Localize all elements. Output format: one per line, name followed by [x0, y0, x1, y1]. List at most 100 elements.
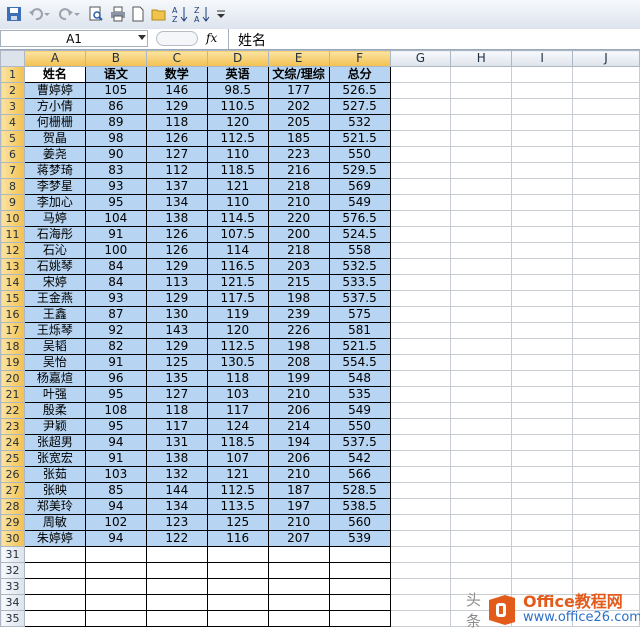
cell[interactable]	[511, 210, 574, 227]
cell[interactable]	[572, 546, 640, 563]
cell[interactable]: 110	[206, 146, 269, 163]
cell[interactable]	[450, 290, 513, 307]
cell[interactable]	[84, 562, 147, 579]
cell[interactable]	[328, 594, 391, 611]
cell[interactable]: 558	[328, 242, 391, 259]
cell[interactable]: 112.5	[206, 130, 269, 147]
cell[interactable]	[450, 370, 513, 387]
cell[interactable]	[450, 82, 513, 99]
cell[interactable]: 129	[145, 338, 208, 355]
cell[interactable]	[511, 498, 574, 515]
row-header[interactable]: 15	[0, 290, 25, 307]
cell[interactable]: 95	[84, 194, 147, 211]
cell[interactable]	[572, 194, 640, 211]
cell[interactable]: 82	[84, 338, 147, 355]
cell[interactable]: 550	[328, 418, 391, 435]
cell[interactable]: 王金燕	[23, 290, 86, 307]
cell[interactable]: 210	[267, 514, 330, 531]
cell[interactable]: 84	[84, 274, 147, 291]
cell[interactable]	[145, 546, 208, 563]
cell[interactable]: 202	[267, 98, 330, 115]
cell[interactable]	[389, 530, 452, 547]
cell[interactable]	[389, 370, 452, 387]
cell[interactable]: 张超男	[23, 434, 86, 451]
cell[interactable]	[450, 322, 513, 339]
cell[interactable]	[389, 178, 452, 195]
cell[interactable]	[450, 466, 513, 483]
row-header[interactable]: 13	[0, 258, 25, 275]
cell[interactable]	[450, 386, 513, 403]
cell[interactable]	[572, 562, 640, 579]
cell[interactable]: 560	[328, 514, 391, 531]
customize-toolbar-icon[interactable]	[214, 4, 228, 24]
cell[interactable]	[511, 354, 574, 371]
cell[interactable]: 张茹	[23, 466, 86, 483]
cell[interactable]	[23, 546, 86, 563]
cell[interactable]	[328, 610, 391, 627]
cell[interactable]	[450, 450, 513, 467]
row-header[interactable]: 32	[0, 562, 25, 579]
row-header[interactable]: 25	[0, 450, 25, 467]
cell[interactable]: 94	[84, 498, 147, 515]
cell[interactable]: 527.5	[328, 98, 391, 115]
cell[interactable]	[572, 322, 640, 339]
cell[interactable]: 98	[84, 130, 147, 147]
cell[interactable]	[511, 370, 574, 387]
cell[interactable]: 121	[206, 178, 269, 195]
cell[interactable]: 94	[84, 530, 147, 547]
cell[interactable]	[572, 162, 640, 179]
cell[interactable]: 549	[328, 402, 391, 419]
cell[interactable]	[328, 562, 391, 579]
cell[interactable]: 112.5	[206, 482, 269, 499]
cell[interactable]: 125	[206, 514, 269, 531]
cell[interactable]: 130.5	[206, 354, 269, 371]
insert-function-button[interactable]: fx	[206, 31, 217, 45]
cell[interactable]	[511, 530, 574, 547]
cell[interactable]: 215	[267, 274, 330, 291]
cell[interactable]: 周敏	[23, 514, 86, 531]
cell[interactable]: 语文	[84, 66, 147, 83]
cell[interactable]: 118.5	[206, 162, 269, 179]
cell[interactable]	[450, 530, 513, 547]
column-header-j[interactable]: J	[572, 50, 640, 67]
cell[interactable]: 131	[145, 434, 208, 451]
cell[interactable]: 英语	[206, 66, 269, 83]
cell[interactable]	[389, 242, 452, 259]
cell[interactable]	[389, 130, 452, 147]
cell[interactable]: 132	[145, 466, 208, 483]
row-header[interactable]: 20	[0, 370, 25, 387]
cell[interactable]: 210	[267, 466, 330, 483]
cell[interactable]	[389, 210, 452, 227]
cell[interactable]: 539	[328, 530, 391, 547]
cell[interactable]	[389, 498, 452, 515]
cell[interactable]	[389, 82, 452, 99]
cell[interactable]	[328, 546, 391, 563]
cell[interactable]	[389, 258, 452, 275]
cell[interactable]	[450, 418, 513, 435]
cell[interactable]	[511, 546, 574, 563]
cell[interactable]	[511, 434, 574, 451]
formula-input[interactable]: 姓名	[238, 30, 266, 50]
cell[interactable]: 185	[267, 130, 330, 147]
cell[interactable]: 121.5	[206, 274, 269, 291]
cell[interactable]: 223	[267, 146, 330, 163]
chevron-down-icon[interactable]	[138, 35, 146, 40]
cell[interactable]: 194	[267, 434, 330, 451]
cell[interactable]: 96	[84, 370, 147, 387]
cell[interactable]	[145, 578, 208, 595]
cell[interactable]	[389, 194, 452, 211]
cell[interactable]: 107	[206, 450, 269, 467]
cell[interactable]	[572, 338, 640, 355]
column-header-h[interactable]: H	[450, 50, 513, 67]
cell[interactable]	[511, 258, 574, 275]
cell[interactable]	[450, 226, 513, 243]
cell[interactable]: 王烁琴	[23, 322, 86, 339]
cell[interactable]	[450, 514, 513, 531]
cell[interactable]	[389, 418, 452, 435]
cell[interactable]: 石海彤	[23, 226, 86, 243]
cell[interactable]: 王鑫	[23, 306, 86, 323]
cell[interactable]: 110	[206, 194, 269, 211]
cell[interactable]	[389, 514, 452, 531]
cell[interactable]	[511, 290, 574, 307]
column-header-i[interactable]: I	[511, 50, 574, 67]
